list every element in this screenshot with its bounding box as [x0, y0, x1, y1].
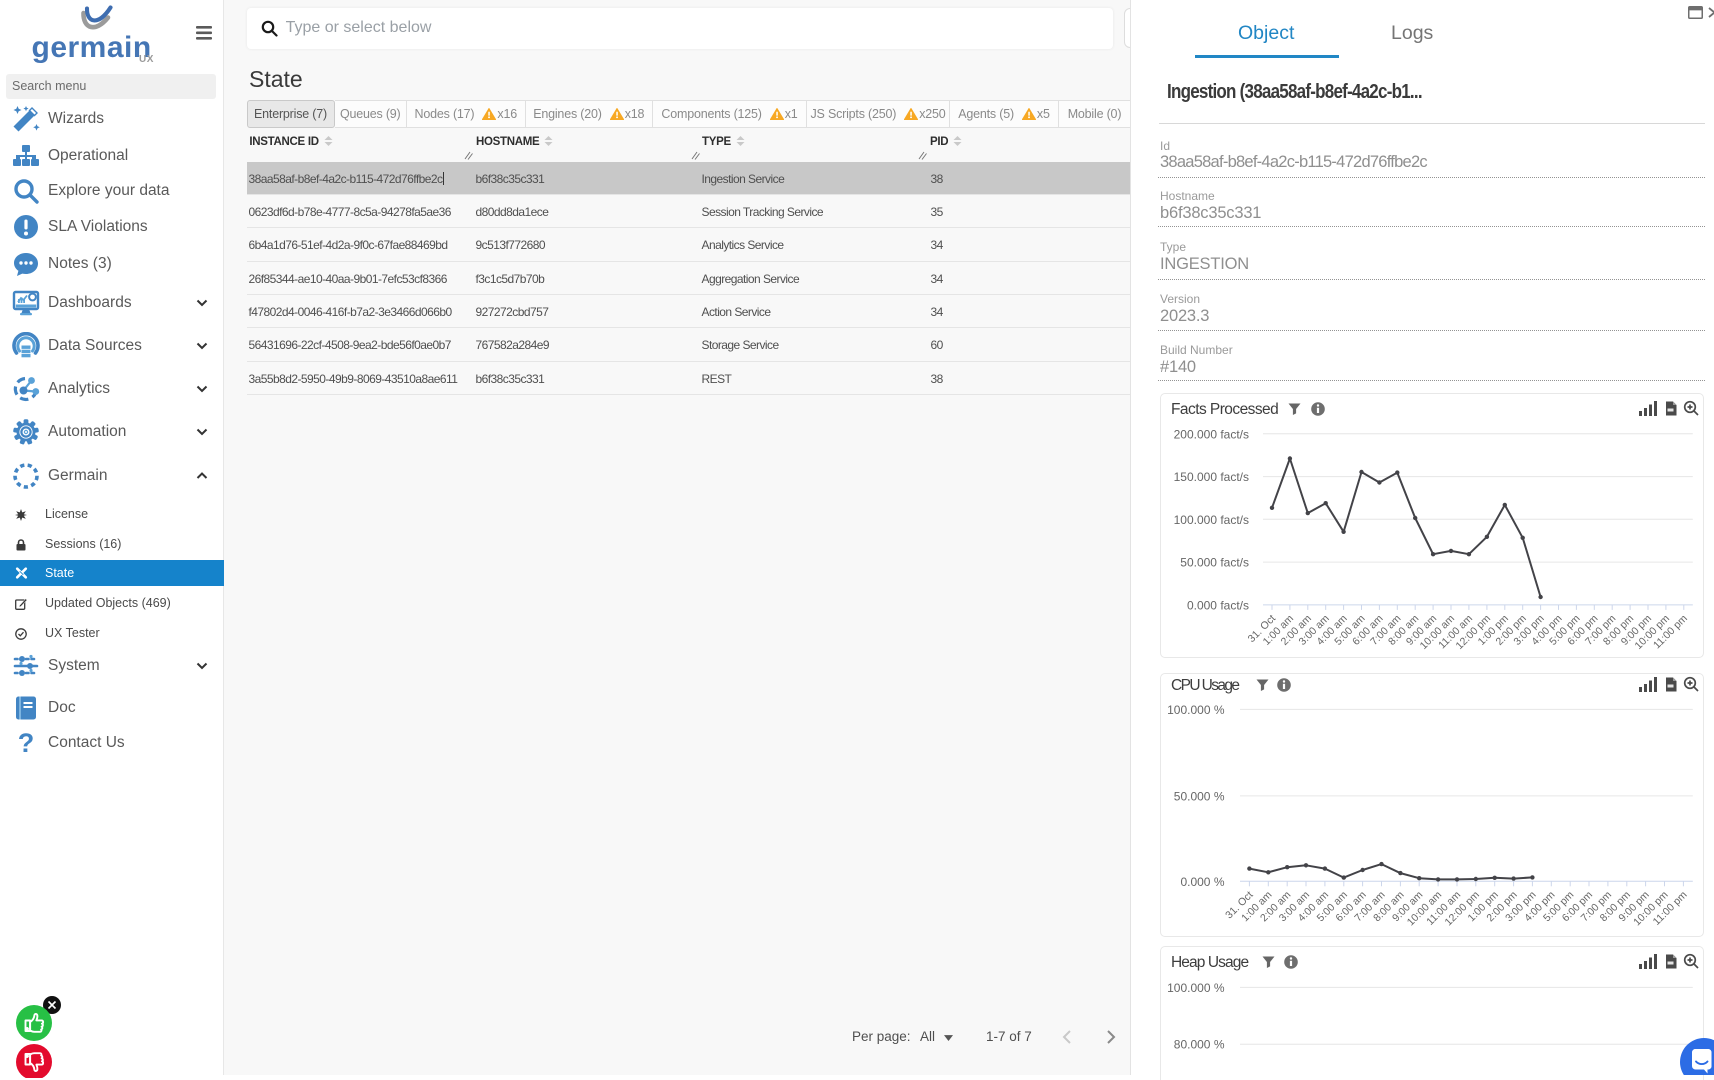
- svg-text:0.000 fact/s: 0.000 fact/s: [1187, 598, 1249, 612]
- svg-text:100.000 %: 100.000 %: [1167, 703, 1225, 717]
- svg-text:80.000 %: 80.000 %: [1174, 1038, 1225, 1052]
- svg-text:200.000 fact/s: 200.000 fact/s: [1174, 427, 1249, 441]
- svg-text:0.000 %: 0.000 %: [1180, 875, 1224, 889]
- svg-text:50.000 %: 50.000 %: [1174, 789, 1225, 803]
- svg-text:150.000 fact/s: 150.000 fact/s: [1174, 470, 1249, 484]
- svg-text:?: ?: [18, 729, 35, 757]
- svg-text:50.000 fact/s: 50.000 fact/s: [1180, 556, 1249, 570]
- svg-text:100.000 %: 100.000 %: [1167, 981, 1225, 995]
- svg-text:100.000 fact/s: 100.000 fact/s: [1174, 513, 1249, 527]
